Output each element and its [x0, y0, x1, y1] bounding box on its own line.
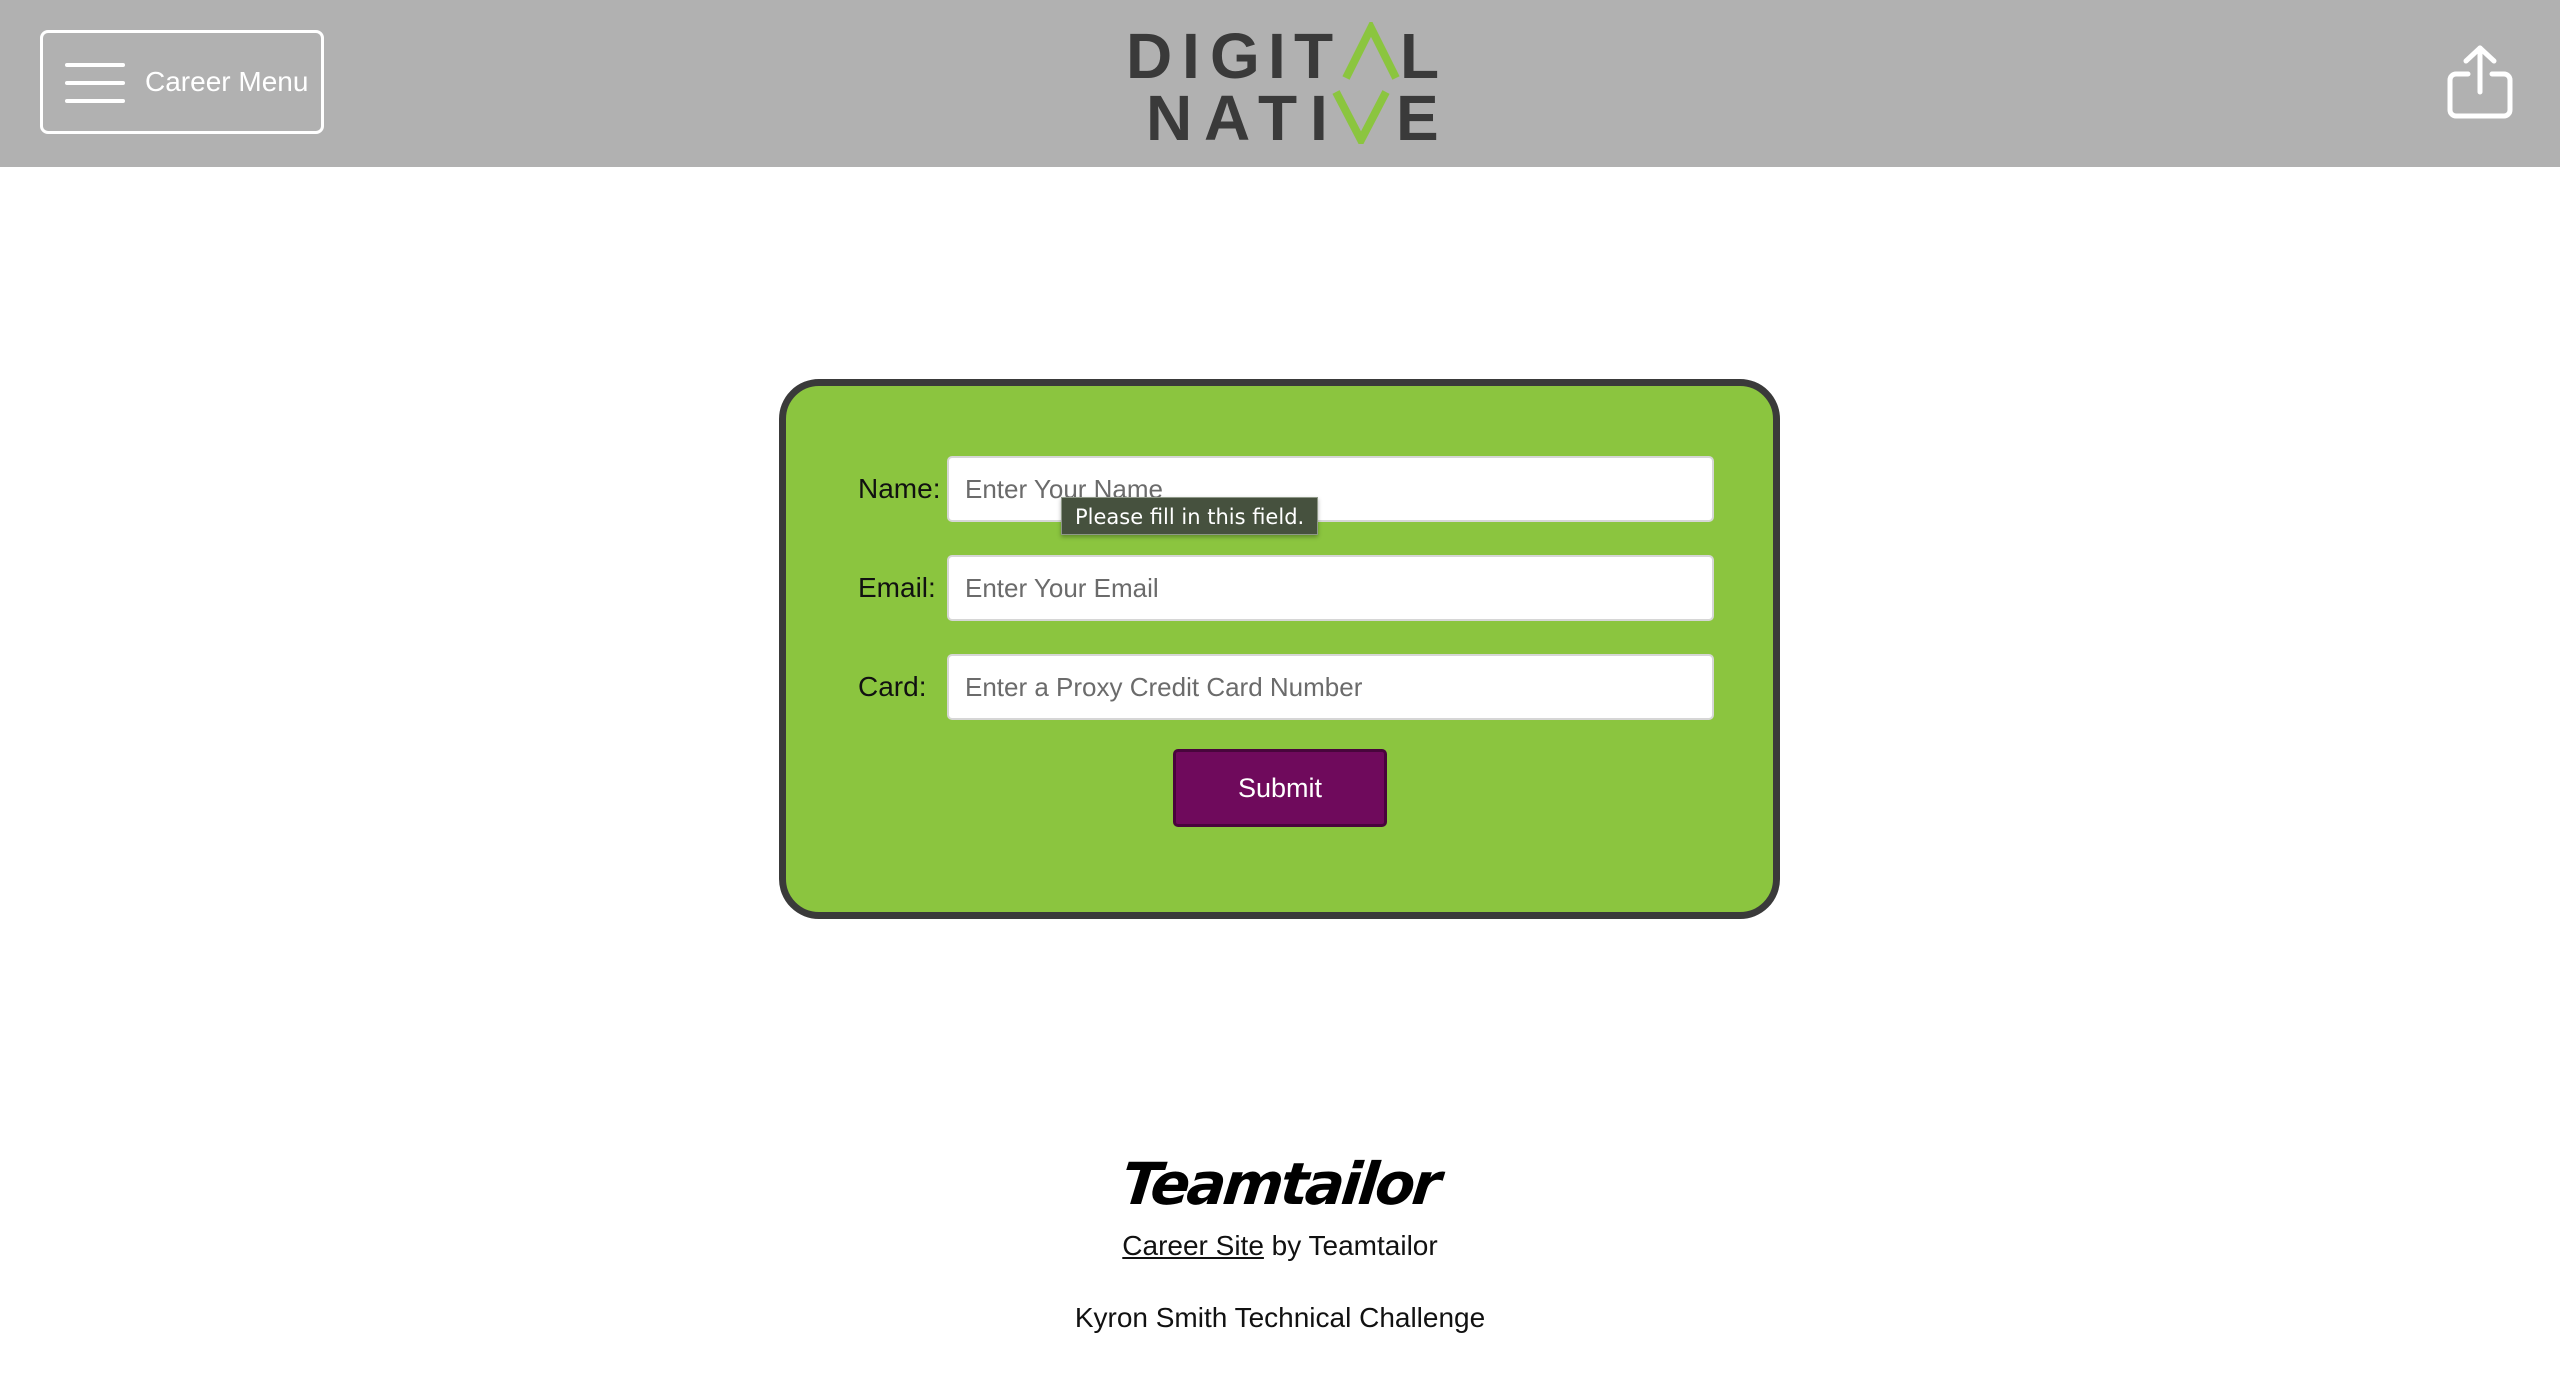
- logo-accent-v: [1332, 90, 1390, 144]
- email-label: Email:: [858, 572, 936, 603]
- digital-native-logo[interactable]: D I G I T L N A T I E: [1124, 22, 1444, 144]
- logo-letter: T: [1258, 82, 1297, 144]
- card-row: Card:: [786, 654, 1773, 720]
- career-menu-button[interactable]: Career Menu: [40, 30, 324, 134]
- card-label: Card:: [858, 671, 927, 702]
- teamtailor-logo[interactable]: Teamtailor: [0, 1150, 2560, 1218]
- logo-letter: E: [1396, 82, 1439, 144]
- email-input[interactable]: [947, 555, 1714, 621]
- career-site-link[interactable]: Career Site: [1122, 1230, 1264, 1261]
- hamburger-icon: [65, 63, 125, 103]
- card-input[interactable]: [947, 654, 1714, 720]
- signup-form: Name: Email: Card: Submit: [779, 379, 1780, 919]
- logo-letter: N: [1146, 82, 1192, 144]
- share-icon[interactable]: [2446, 44, 2514, 120]
- footer-note: Kyron Smith Technical Challenge: [1074, 1302, 1486, 1333]
- email-row: Email:: [786, 555, 1773, 621]
- career-menu-label: Career Menu: [145, 66, 309, 97]
- name-label: Name:: [858, 473, 941, 504]
- logo-letter: I: [1310, 82, 1328, 144]
- footer-credit: Career Site by Teamtailor: [0, 1230, 2560, 1262]
- submit-button[interactable]: Submit: [1173, 749, 1387, 827]
- credit-suffix: by Teamtailor: [1263, 1230, 1438, 1261]
- logo-letter: A: [1204, 82, 1250, 144]
- logo-accent-a: [1342, 22, 1400, 80]
- top-header: Career Menu D I G I T L N A T I E: [0, 0, 2560, 167]
- validation-tooltip: Please fill in this field.: [1061, 497, 1319, 535]
